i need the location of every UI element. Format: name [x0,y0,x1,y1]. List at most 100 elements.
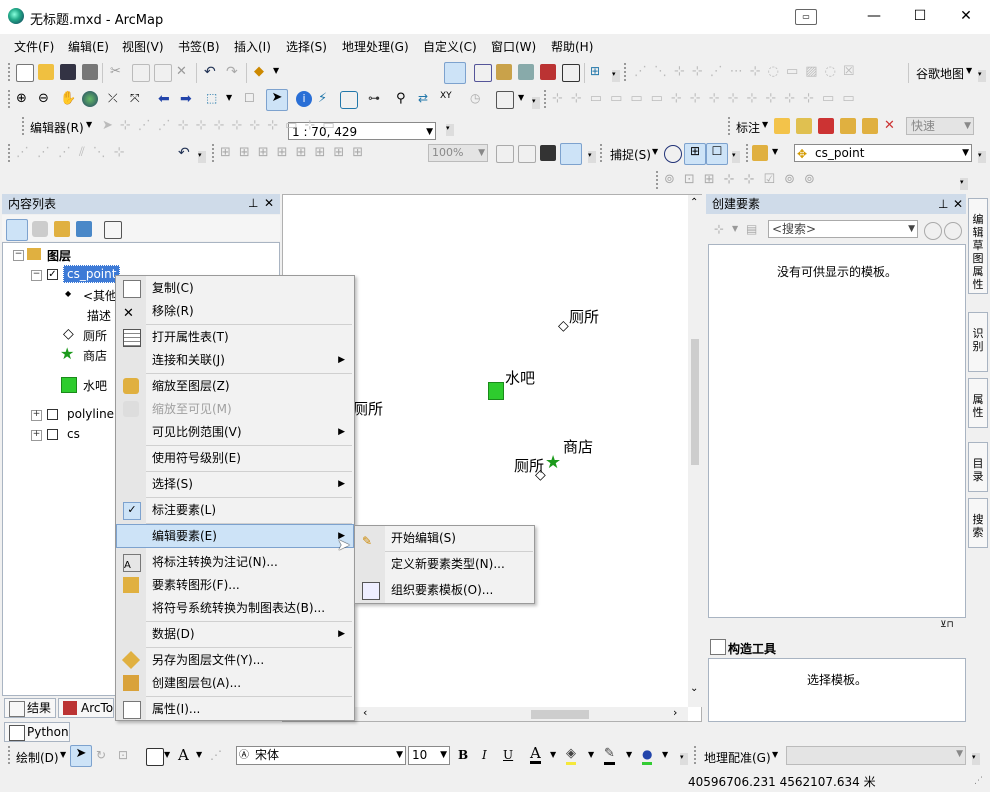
scroll-down-icon[interactable]: ⌄ [690,683,698,694]
menu-item-convert-labels-to-annotation[interactable]: A 将标注转换为注记(N)... [117,551,353,573]
point-snapping-icon[interactable] [664,145,682,163]
toggle-draft-mode-icon[interactable] [496,145,514,163]
menu-item-start-editing[interactable]: ✎ 开始编辑(S) [356,527,534,549]
menu-view[interactable]: 视图(V) [122,38,164,55]
menu-item-organize-templates[interactable]: 组织要素模板(O)... [356,579,534,601]
layer-cs-point[interactable]: cs_point [63,265,121,283]
chevron-down-icon[interactable]: ▼ [962,145,969,161]
toolbar-overflow-icon[interactable]: ▾ [446,124,454,136]
collapse-icon[interactable]: − [31,270,42,281]
open-folder-icon[interactable] [38,64,54,80]
html-popup-icon[interactable] [340,91,358,109]
rotate-icon[interactable]: ↻ [96,748,112,764]
end-snapping-icon[interactable]: ⊞ [684,143,706,165]
line-color-icon[interactable]: ✎ [604,746,615,765]
list-by-selection-icon[interactable] [76,221,92,237]
menu-item-create-layer-package[interactable]: 创建图层包(A)... [117,672,353,694]
tab-edit-sketch-properties[interactable]: 编辑草图属性 [968,198,988,294]
chevron-down-icon[interactable]: ▼ [732,224,738,233]
layer-visibility-checkbox[interactable]: ✓ [47,269,58,280]
horizontal-scrollbar[interactable]: ‹ › [353,706,688,721]
create-viewer-icon[interactable] [496,91,514,109]
menu-item-convert-features-to-graphics[interactable]: 要素转图形(F)... [117,574,353,596]
menu-item-save-as-layer-file[interactable]: 另存为图层文件(Y)... [117,649,353,671]
time-slider-icon[interactable]: ◷ [470,91,486,107]
maximize-button[interactable]: ☐ [897,0,943,32]
chevron-down-icon[interactable]: ▼ [908,221,915,237]
arctoolbox-icon[interactable] [540,64,556,80]
find-route-icon[interactable]: ⇄ [418,91,434,107]
toolbar-overflow-icon[interactable]: ▾ [680,753,688,765]
zoom-in-icon[interactable]: ⊕ [16,91,32,107]
label-weight-icon[interactable] [840,118,856,134]
clear-search-icon[interactable] [944,222,962,240]
target-layer-dropdown[interactable]: ✥ cs_point ▼ [794,144,972,162]
font-dropdown[interactable]: Ⓐ 宋体 ▼ [236,746,406,765]
vertical-scrollbar[interactable]: ⌃ ⌄ [688,195,702,707]
menu-item-joins-relates[interactable]: 连接和关联(J) ▶ [117,349,353,371]
chevron-down-icon[interactable]: ▼ [478,145,485,161]
panel-split-icon[interactable]: ⊻⊓ [940,620,964,632]
measure-icon[interactable]: ⊶ [368,91,384,107]
label-priority-icon[interactable] [796,118,812,134]
toolbar-overflow-icon[interactable]: ▾ [198,151,206,163]
scroll-up-icon[interactable]: ⌃ [690,197,698,208]
layer-cs[interactable]: cs [67,427,80,441]
toolbar-overflow-icon[interactable]: ▾ [532,97,540,109]
menu-item-selection[interactable]: 选择(S) ▶ [117,473,353,495]
tab-identify[interactable]: 识别 [968,312,988,372]
underline-button[interactable]: U [503,748,513,762]
hyperlink-icon[interactable]: ⚡ [318,91,334,107]
toolbar-grip[interactable] [8,63,14,81]
menu-edit[interactable]: 编辑(E) [68,38,109,55]
menu-bookmarks[interactable]: 书签(B) [178,38,220,55]
template-properties-icon[interactable]: ▤ [746,222,762,238]
menu-item-convert-symbology[interactable]: 将符号系统转换为制图表达(B)... [117,597,353,619]
find-icon[interactable]: ⚲ [396,91,412,107]
menu-item-open-attribute-table[interactable]: 打开属性表(T) [117,326,353,348]
menu-item-zoom-to-layer[interactable]: 缩放至图层(Z) [117,375,353,397]
snapping-menu[interactable]: 捕捉(S) [610,146,651,163]
toolbar-overflow-icon[interactable]: ▾ [978,70,986,82]
create-features-close-icon[interactable]: ✕ [953,197,963,211]
menu-item-remove[interactable]: ✕ 移除(R) [117,300,353,322]
layer-visibility-checkbox[interactable] [47,409,58,420]
chevron-down-icon[interactable]: ▼ [273,66,279,75]
toc-options-icon[interactable] [104,221,122,239]
pin-icon[interactable]: ⊥ [248,196,258,210]
tab-results[interactable]: 结果 [4,698,56,718]
toolbar-overflow-icon[interactable]: ▾ [972,753,980,765]
toolbar-overflow-icon[interactable]: ▾ [612,70,620,82]
fixed-zoom-out-icon[interactable]: ⤧ [130,91,146,107]
tab-arctoolbox[interactable]: ArcTo [58,698,114,718]
horizontal-scroll-thumb[interactable] [531,710,589,719]
collapse-icon[interactable]: − [13,250,24,261]
chevron-down-icon[interactable]: ▼ [964,118,971,134]
chevron-down-icon[interactable]: ▼ [550,750,556,759]
add-data-icon[interactable]: ◆ [254,64,270,80]
bold-button[interactable]: B [458,748,468,762]
print-icon[interactable] [82,64,98,80]
layer-properties-icon[interactable] [752,145,768,161]
tab-search[interactable]: 搜索 [968,498,988,548]
table-of-contents-icon[interactable] [474,64,492,82]
toolbar-overflow-icon[interactable]: ▾ [732,151,740,163]
menu-item-copy[interactable]: 复制(C) [117,277,353,299]
chevron-down-icon[interactable]: ▼ [956,749,963,759]
expand-icon[interactable]: + [31,430,42,441]
chevron-down-icon[interactable]: ▼ [518,93,524,102]
list-by-source-icon[interactable] [32,221,48,237]
chevron-down-icon[interactable]: ▼ [772,750,778,759]
minimize-button[interactable]: — [851,0,897,32]
scroll-left-icon[interactable]: ‹ [363,706,367,719]
menu-item-use-symbol-levels[interactable]: 使用符号级别(E) [117,447,353,469]
tab-attributes[interactable]: 属性 [968,378,988,428]
toolbar-overflow-icon[interactable]: ▾ [588,151,596,163]
chevron-down-icon[interactable]: ▼ [164,750,170,759]
draw-menu[interactable]: 绘制(D) [16,749,59,766]
marker-color-icon[interactable]: ● [642,746,653,765]
chevron-down-icon[interactable]: ▼ [60,750,66,759]
menu-customize[interactable]: 自定义(C) [423,38,477,55]
tab-catalog[interactable]: 目录 [968,442,988,492]
menu-item-define-feature-type[interactable]: 定义新要素类型(N)... [356,553,534,575]
